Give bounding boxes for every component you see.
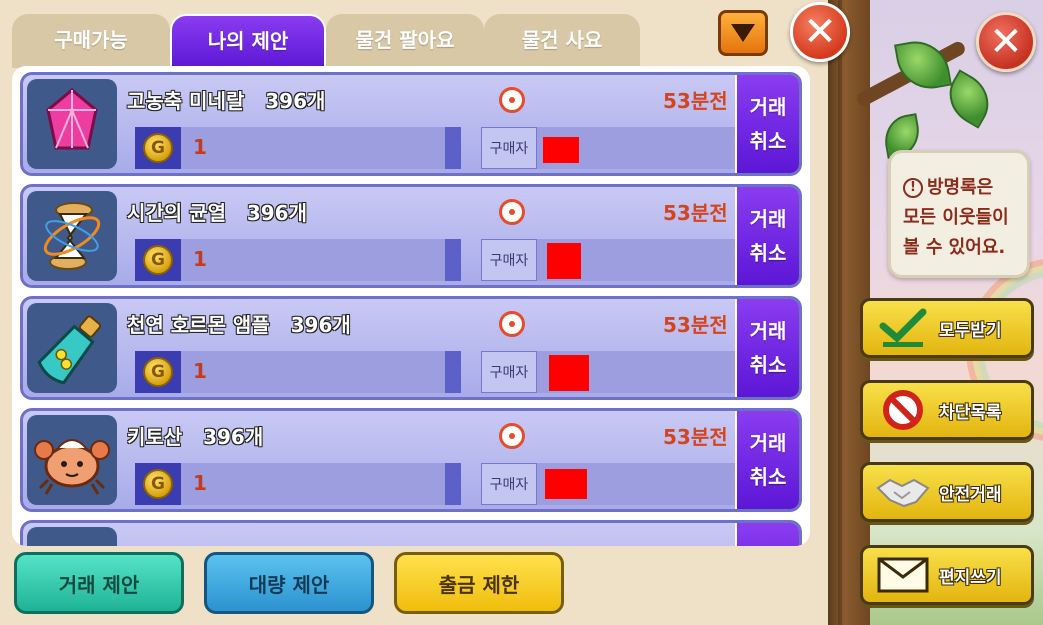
item-thumbnail [27, 191, 117, 281]
notice-line-2: 모든 이웃들이 [903, 207, 1009, 228]
write-letter-label: 편지쓰기 [939, 567, 1002, 588]
tab-my-offers[interactable]: 나의 제안 [170, 14, 326, 68]
checkmark-icon [875, 306, 931, 350]
item-thumbnail [27, 527, 117, 546]
time-ago: 53분전 [663, 425, 728, 449]
coin-box: G [135, 463, 181, 505]
block-list-label: 차단목록 [939, 402, 1002, 423]
guestbook-close-button[interactable]: ✕ [976, 12, 1036, 72]
cancel-trade-button[interactable]: 거래 취소 [735, 299, 799, 397]
cancel-trade-button[interactable] [735, 523, 799, 546]
cancel-label-top: 거래 [749, 431, 787, 455]
gold-coin-icon: G [143, 357, 173, 387]
cancel-label-bottom: 취소 [749, 465, 787, 489]
receive-all-button[interactable]: 모두받기 [860, 298, 1034, 358]
prohibited-icon [875, 388, 931, 432]
cancel-trade-button[interactable]: 거래 취소 [735, 75, 799, 173]
clock-icon [499, 311, 525, 337]
price-value: 1 [193, 471, 207, 495]
write-letter-button[interactable]: 편지쓰기 [860, 545, 1034, 605]
trade-row [20, 520, 802, 546]
time-ago: 53분전 [663, 313, 728, 337]
price-value: 1 [193, 247, 207, 271]
envelope-icon [875, 553, 931, 597]
time-ago: 53분전 [663, 89, 728, 113]
offer-list[interactable]: 고농축 미네랄 396개 53분전 G 1 구매자 거래 취소 시간의 균열 3… [12, 66, 810, 546]
trade-row: 천연 호르몬 앰플 396개 53분전 G 1 구매자 거래 취소 [20, 296, 802, 400]
cancel-label-bottom: 취소 [749, 129, 787, 153]
buyer-label: 구매자 [481, 351, 537, 393]
guestbook-notice: ! 방명록은 모든 이웃들이 볼 수 있어요. [888, 150, 1030, 278]
clock-icon [499, 87, 525, 113]
tab-available[interactable]: 구매가능 [12, 14, 170, 68]
time-ago: 53분전 [663, 201, 728, 225]
cancel-label-bottom: 취소 [749, 241, 787, 265]
triangle-down-icon [731, 24, 755, 42]
safe-trade-label: 안전거래 [939, 484, 1002, 505]
alert-icon: ! [903, 178, 923, 198]
buyer-label: 구매자 [481, 463, 537, 505]
item-name: 시간의 균열 396개 [127, 201, 307, 225]
item-thumbnail [27, 303, 117, 393]
block-list-button[interactable]: 차단목록 [860, 380, 1034, 440]
cancel-label-top: 거래 [749, 95, 787, 119]
price-value: 1 [193, 359, 207, 383]
cancel-trade-button[interactable]: 거래 취소 [735, 411, 799, 509]
cancel-label-top: 거래 [749, 207, 787, 231]
receive-all-label: 모두받기 [939, 320, 1002, 341]
cancel-label-bottom: 취소 [749, 353, 787, 377]
tab-selling[interactable]: 물건 팔아요 [326, 14, 484, 68]
gold-coin-icon: G [143, 133, 173, 163]
redaction-block [543, 137, 579, 163]
hourglass-rift-icon [43, 202, 101, 270]
notice-line-3: 볼 수 있어요. [903, 237, 1006, 258]
cancel-label-top: 거래 [749, 319, 787, 343]
redaction-block [545, 469, 587, 499]
safe-trade-button[interactable]: 안전거래 [860, 462, 1034, 522]
gold-coin-icon: G [143, 245, 173, 275]
item-thumbnail [27, 79, 117, 169]
price-bar [135, 463, 461, 505]
clock-icon [499, 199, 525, 225]
redaction-block [547, 243, 581, 279]
item-name: 키토산 396개 [127, 425, 264, 449]
trade-row: 시간의 균열 396개 53분전 G 1 구매자 거래 취소 [20, 184, 802, 288]
trade-row: 고농축 미네랄 396개 53분전 G 1 구매자 거래 취소 [20, 72, 802, 176]
gold-coin-icon: G [143, 469, 173, 499]
ampoule-icon [37, 315, 102, 385]
dropdown-button[interactable] [718, 10, 768, 56]
tab-buying[interactable]: 물건 사요 [484, 14, 640, 68]
bulk-offer-button[interactable]: 대량 제안 [204, 552, 374, 614]
notice-line-1: 방명록은 [927, 177, 994, 198]
cancel-trade-button[interactable]: 거래 취소 [735, 187, 799, 285]
coin-box: G [135, 239, 181, 281]
pink-crystal-icon [46, 88, 98, 150]
buyer-label: 구매자 [481, 127, 537, 169]
redaction-block [549, 355, 589, 391]
trade-row: 키토산 396개 53분전 G 1 구매자 거래 취소 [20, 408, 802, 512]
item-thumbnail [27, 415, 117, 505]
price-bar [135, 351, 461, 393]
buyer-label: 구매자 [481, 239, 537, 281]
price-value: 1 [193, 135, 207, 159]
item-name: 고농축 미네랄 396개 [127, 89, 326, 113]
handshake-icon [875, 470, 931, 514]
crab-icon [34, 439, 110, 495]
trade-panel: 구매가능 나의 제안 물건 팔아요 물건 사요 고농축 미네랄 396개 53분… [0, 0, 828, 625]
item-name: 천연 호르몬 앰플 396개 [127, 313, 351, 337]
price-bar [135, 239, 461, 281]
coin-box: G [135, 351, 181, 393]
clock-icon [499, 423, 525, 449]
withdraw-limit-button[interactable]: 출금 제한 [394, 552, 564, 614]
close-icon[interactable]: ✕ [790, 2, 850, 62]
trade-offer-button[interactable]: 거래 제안 [14, 552, 184, 614]
price-bar [135, 127, 461, 169]
coin-box: G [135, 127, 181, 169]
